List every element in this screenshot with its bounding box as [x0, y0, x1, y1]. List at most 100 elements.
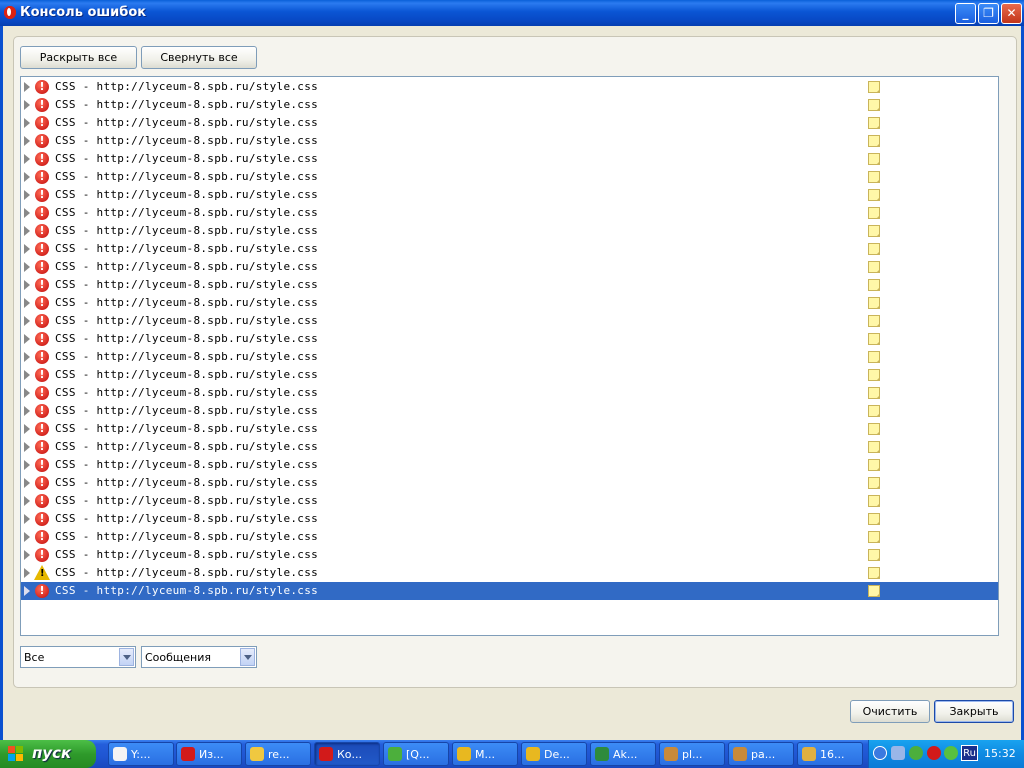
chevron-left-icon[interactable]: [873, 746, 887, 760]
expand-arrow-icon[interactable]: [24, 424, 30, 434]
taskbar-button[interactable]: Ak...: [590, 742, 656, 766]
source-filter-select[interactable]: Все: [20, 646, 136, 668]
icq-icon[interactable]: [944, 746, 958, 760]
note-icon[interactable]: [868, 81, 880, 93]
log-row[interactable]: ! CSS - http://lyceum-8.spb.ru/style.css: [21, 258, 998, 276]
log-row[interactable]: ! CSS - http://lyceum-8.spb.ru/style.css: [21, 96, 998, 114]
log-row[interactable]: ! CSS - http://lyceum-8.spb.ru/style.css: [21, 114, 998, 132]
log-row[interactable]: ! CSS - http://lyceum-8.spb.ru/style.css: [21, 528, 998, 546]
note-icon[interactable]: [868, 567, 880, 579]
log-row[interactable]: ! CSS - http://lyceum-8.spb.ru/style.css: [21, 294, 998, 312]
note-icon[interactable]: [868, 225, 880, 237]
expand-arrow-icon[interactable]: [24, 334, 30, 344]
log-row[interactable]: ! CSS - http://lyceum-8.spb.ru/style.css: [21, 240, 998, 258]
expand-arrow-icon[interactable]: [24, 172, 30, 182]
close-window-button[interactable]: ✕: [1001, 3, 1022, 24]
clear-button[interactable]: Очистить: [850, 700, 930, 723]
log-row[interactable]: ! CSS - http://lyceum-8.spb.ru/style.css: [21, 420, 998, 438]
note-icon[interactable]: [868, 441, 880, 453]
expand-all-button[interactable]: Раскрыть все: [20, 46, 137, 69]
note-icon[interactable]: [868, 99, 880, 111]
log-row[interactable]: ! CSS - http://lyceum-8.spb.ru/style.css: [21, 366, 998, 384]
expand-arrow-icon[interactable]: [24, 514, 30, 524]
log-row[interactable]: ! CSS - http://lyceum-8.spb.ru/style.css: [21, 546, 998, 564]
taskbar-button[interactable]: pl...: [659, 742, 725, 766]
note-icon[interactable]: [868, 351, 880, 363]
chevron-down-icon[interactable]: [119, 648, 134, 666]
log-row[interactable]: ! CSS - http://lyceum-8.spb.ru/style.css: [21, 438, 998, 456]
collapse-all-button[interactable]: Свернуть все: [141, 46, 257, 69]
log-row[interactable]: ! CSS - http://lyceum-8.spb.ru/style.css: [21, 276, 998, 294]
qip-icon[interactable]: [909, 746, 923, 760]
expand-arrow-icon[interactable]: [24, 208, 30, 218]
expand-arrow-icon[interactable]: [24, 442, 30, 452]
taskbar-button[interactable]: Y:...: [108, 742, 174, 766]
note-icon[interactable]: [868, 279, 880, 291]
expand-arrow-icon[interactable]: [24, 352, 30, 362]
note-icon[interactable]: [868, 477, 880, 489]
expand-arrow-icon[interactable]: [24, 496, 30, 506]
note-icon[interactable]: [868, 171, 880, 183]
log-row[interactable]: ! CSS - http://lyceum-8.spb.ru/style.css: [21, 168, 998, 186]
note-icon[interactable]: [868, 459, 880, 471]
taskbar-button[interactable]: Ко...: [314, 742, 380, 766]
expand-arrow-icon[interactable]: [24, 586, 30, 596]
expand-arrow-icon[interactable]: [24, 118, 30, 128]
note-icon[interactable]: [868, 369, 880, 381]
log-row[interactable]: ! CSS - http://lyceum-8.spb.ru/style.css: [21, 204, 998, 222]
expand-arrow-icon[interactable]: [24, 280, 30, 290]
close-button[interactable]: Закрыть: [934, 700, 1014, 723]
expand-arrow-icon[interactable]: [24, 370, 30, 380]
start-button[interactable]: пуск: [0, 740, 96, 768]
note-icon[interactable]: [868, 189, 880, 201]
note-icon[interactable]: [868, 495, 880, 507]
expand-arrow-icon[interactable]: [24, 190, 30, 200]
log-row[interactable]: ! CSS - http://lyceum-8.spb.ru/style.css: [21, 186, 998, 204]
note-icon[interactable]: [868, 243, 880, 255]
log-row[interactable]: ! CSS - http://lyceum-8.spb.ru/style.css: [21, 312, 998, 330]
expand-arrow-icon[interactable]: [24, 460, 30, 470]
taskbar-button[interactable]: 16...: [797, 742, 863, 766]
note-icon[interactable]: [868, 531, 880, 543]
log-row[interactable]: ! CSS - http://lyceum-8.spb.ru/style.css: [21, 348, 998, 366]
error-log-list[interactable]: ! CSS - http://lyceum-8.spb.ru/style.css!…: [20, 76, 999, 636]
log-row[interactable]: ! CSS - http://lyceum-8.spb.ru/style.css: [21, 132, 998, 150]
note-icon[interactable]: [868, 135, 880, 147]
opera-icon[interactable]: [927, 746, 941, 760]
language-indicator[interactable]: Ru: [961, 745, 978, 761]
log-row[interactable]: ! CSS - http://lyceum-8.spb.ru/style.css: [21, 222, 998, 240]
note-icon[interactable]: [868, 585, 880, 597]
expand-arrow-icon[interactable]: [24, 478, 30, 488]
note-icon[interactable]: [868, 387, 880, 399]
note-icon[interactable]: [868, 117, 880, 129]
taskbar-button[interactable]: Из...: [176, 742, 242, 766]
log-row[interactable]: ! CSS - http://lyceum-8.spb.ru/style.css: [21, 384, 998, 402]
log-row[interactable]: ! CSS - http://lyceum-8.spb.ru/style.css: [21, 402, 998, 420]
expand-arrow-icon[interactable]: [24, 226, 30, 236]
network-icon[interactable]: [891, 746, 905, 760]
expand-arrow-icon[interactable]: [24, 532, 30, 542]
note-icon[interactable]: [868, 297, 880, 309]
log-row[interactable]: ! CSS - http://lyceum-8.spb.ru/style.css: [21, 78, 998, 96]
expand-arrow-icon[interactable]: [24, 262, 30, 272]
note-icon[interactable]: [868, 207, 880, 219]
kind-filter-select[interactable]: Сообщения: [141, 646, 257, 668]
note-icon[interactable]: [868, 261, 880, 273]
log-row[interactable]: ! CSS - http://lyceum-8.spb.ru/style.css: [21, 582, 998, 600]
log-row[interactable]: ! CSS - http://lyceum-8.spb.ru/style.css: [21, 150, 998, 168]
log-row[interactable]: ! CSS - http://lyceum-8.spb.ru/style.css: [21, 456, 998, 474]
log-row[interactable]: ! CSS - http://lyceum-8.spb.ru/style.css: [21, 492, 998, 510]
chevron-down-icon[interactable]: [240, 648, 255, 666]
note-icon[interactable]: [868, 315, 880, 327]
taskbar-button[interactable]: [Q...: [383, 742, 449, 766]
expand-arrow-icon[interactable]: [24, 550, 30, 560]
note-icon[interactable]: [868, 513, 880, 525]
maximize-button[interactable]: ❐: [978, 3, 999, 24]
expand-arrow-icon[interactable]: [24, 298, 30, 308]
minimize-button[interactable]: _: [955, 3, 976, 24]
expand-arrow-icon[interactable]: [24, 568, 30, 578]
expand-arrow-icon[interactable]: [24, 82, 30, 92]
log-row[interactable]: ! CSS - http://lyceum-8.spb.ru/style.css: [21, 474, 998, 492]
note-icon[interactable]: [868, 423, 880, 435]
expand-arrow-icon[interactable]: [24, 406, 30, 416]
